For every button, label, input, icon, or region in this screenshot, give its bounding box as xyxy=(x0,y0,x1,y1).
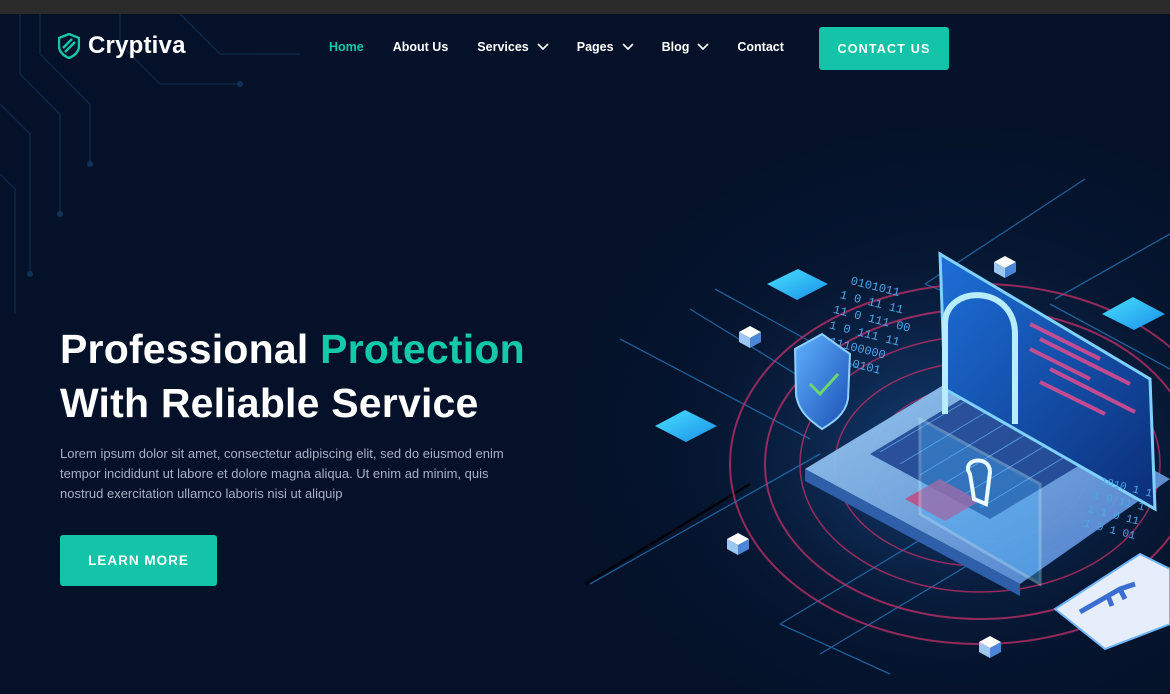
hero-section: Cryptiva Home About Us Services Pages Bl… xyxy=(0,14,1170,694)
brand-logo[interactable]: Cryptiva xyxy=(58,32,186,60)
chevron-down-icon xyxy=(697,43,709,51)
nav-item-label: Pages xyxy=(576,40,614,54)
nav-item-about-us[interactable]: About Us xyxy=(393,40,449,54)
nav-item-label: About Us xyxy=(392,40,449,54)
brand-name: Cryptiva xyxy=(88,32,186,59)
headline-part-1: Professional xyxy=(60,326,321,372)
security-laptop-illustration: 0101011 1 0 11 11 11 0 111 00 1 0 111 11… xyxy=(584,178,1170,694)
chevron-down-icon xyxy=(537,43,549,51)
nav-item-blog[interactable]: Blog xyxy=(662,40,710,54)
learn-more-button[interactable]: LEARN MORE xyxy=(60,535,217,586)
nav-item-pages[interactable]: Pages xyxy=(577,40,634,54)
nav-item-contact[interactable]: Contact xyxy=(737,40,784,54)
chevron-down-icon xyxy=(622,43,634,51)
nav-item-label: Services xyxy=(477,40,529,54)
nav-item-services[interactable]: Services xyxy=(477,40,549,54)
nav-item-label: Home xyxy=(329,40,364,54)
headline-part-2: With Reliable Service xyxy=(60,380,479,426)
browser-top-strip xyxy=(0,0,1170,14)
nav-item-home[interactable]: Home xyxy=(329,40,364,54)
contact-us-button[interactable]: CONTACT US xyxy=(819,27,949,70)
circuit-lines-decoration xyxy=(0,14,300,314)
hero-description: Lorem ipsum dolor sit amet, consectetur … xyxy=(60,446,504,501)
headline-accent: Protection xyxy=(320,326,525,372)
shield-icon xyxy=(58,33,80,59)
main-nav: Home About Us Services Pages Blog Contac… xyxy=(329,40,784,54)
nav-item-label: Blog xyxy=(661,40,690,54)
nav-item-label: Contact xyxy=(737,40,784,54)
hero-headline: Professional Protection With Reliable Se… xyxy=(60,322,525,430)
